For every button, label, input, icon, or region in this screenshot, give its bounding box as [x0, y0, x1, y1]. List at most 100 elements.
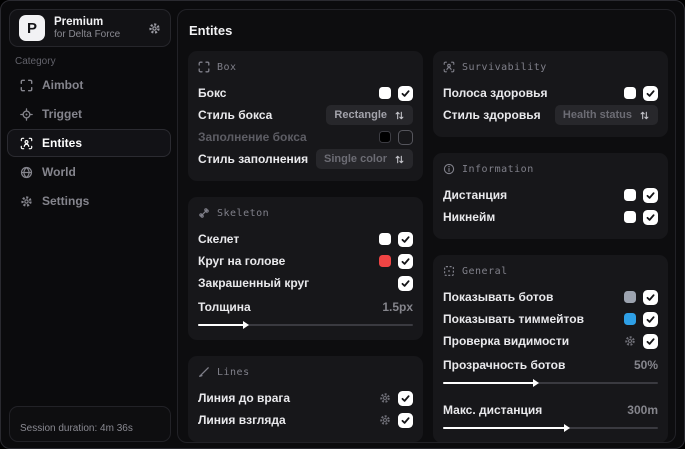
brand-logo: P	[19, 15, 45, 41]
row-controls	[624, 187, 658, 203]
slider-setting: Прозрачность ботов 50%	[443, 354, 658, 387]
checkbox[interactable]	[398, 85, 413, 101]
setting-value: 50%	[633, 358, 658, 372]
globe-icon	[20, 166, 33, 179]
row-controls	[624, 209, 658, 225]
setting-row: Толщина 1.5px	[198, 296, 413, 318]
checkbox[interactable]	[643, 289, 658, 305]
setting-row: Стиль заполнения Single color	[198, 148, 413, 170]
sidebar-item-trigget[interactable]: Trigget	[7, 100, 171, 128]
panel-column: Survivability Полоса здоровья Стиль здоров…	[433, 51, 668, 442]
panel-lines: Lines Линия до врага Линия взгляда	[188, 356, 423, 442]
person-scan-icon	[443, 61, 455, 73]
setting-label: Закрашенный круг	[198, 276, 310, 290]
color-swatch[interactable]	[379, 255, 391, 267]
checkbox[interactable]	[643, 311, 658, 327]
setting-label: Стиль заполнения	[198, 152, 309, 166]
sidebar-item-label: Trigget	[42, 107, 83, 121]
swap-vertical-icon	[639, 110, 650, 121]
sidebar-item-world[interactable]: World	[7, 158, 171, 186]
checkbox[interactable]	[398, 275, 413, 291]
brand-title: Premium	[54, 15, 104, 28]
panel-survivability: Survivability Полоса здоровья Стиль здоров…	[433, 51, 668, 137]
color-swatch[interactable]	[379, 131, 391, 143]
crop-frame-icon	[198, 61, 210, 73]
sidebar-item-aimbot[interactable]: Aimbot	[7, 71, 171, 99]
slider-thumb[interactable]	[243, 320, 250, 329]
sidebar-item-label: Settings	[42, 194, 90, 208]
slider-thumb[interactable]	[563, 423, 570, 432]
checkbox[interactable]	[398, 129, 413, 145]
slider-fill	[443, 381, 536, 384]
color-swatch[interactable]	[624, 87, 636, 99]
setting-label: Заполнение бокса	[198, 130, 307, 144]
bone-icon	[198, 207, 210, 219]
color-swatch[interactable]	[624, 189, 636, 201]
setting-label: Показывать ботов	[443, 290, 554, 304]
row-controls	[379, 390, 413, 406]
setting-row: Линия до врага	[198, 387, 413, 409]
panel-header: Survivability	[443, 61, 658, 73]
row-controls	[379, 129, 413, 145]
setting-row: Закрашенный круг	[198, 272, 413, 294]
setting-label: Макс. дистанция	[443, 403, 543, 417]
row-controls	[379, 253, 413, 269]
color-swatch[interactable]	[624, 313, 636, 325]
color-swatch[interactable]	[624, 211, 636, 223]
session-duration: Session duration: 4m 36s	[20, 423, 133, 434]
row-controls	[379, 231, 413, 247]
app-window: P Premium for Delta Force Category Aimbo…	[0, 0, 685, 449]
panel-title: General	[462, 265, 508, 277]
dropdown-select[interactable]: Rectangle	[326, 105, 413, 125]
checkbox[interactable]	[398, 390, 413, 406]
gear-icon[interactable]	[624, 335, 636, 347]
checkbox[interactable]	[643, 85, 658, 101]
slider-setting: Толщина 1.5px	[198, 296, 413, 329]
gear-icon[interactable]	[148, 22, 161, 35]
setting-row: Заполнение бокса	[198, 126, 413, 148]
setting-label: Линия взгляда	[198, 413, 286, 427]
gear-icon	[20, 195, 33, 208]
brand-card: P Premium for Delta Force	[9, 9, 171, 47]
person-scan-icon	[20, 137, 33, 150]
panel-header: Information	[443, 163, 658, 175]
row-controls	[398, 275, 413, 291]
gear-icon[interactable]	[379, 392, 391, 404]
color-swatch[interactable]	[379, 233, 391, 245]
checkbox[interactable]	[398, 412, 413, 428]
checkbox[interactable]	[643, 333, 658, 349]
slider[interactable]	[443, 423, 658, 432]
row-controls	[379, 412, 413, 428]
gear-icon[interactable]	[379, 414, 391, 426]
setting-label: Прозрачность ботов	[443, 358, 566, 372]
slider-thumb[interactable]	[533, 378, 540, 387]
setting-row: Стиль здоровья Health status	[443, 104, 658, 126]
sidebar-item-settings[interactable]: Settings	[7, 187, 171, 215]
setting-label: Бокс	[198, 86, 227, 100]
category-label: Category	[15, 56, 56, 67]
color-swatch[interactable]	[624, 291, 636, 303]
sidebar-item-label: World	[42, 165, 76, 179]
setting-label: Круг на голове	[198, 254, 286, 268]
panel-header: Box	[198, 61, 413, 73]
dropdown-select[interactable]: Single color	[316, 149, 413, 169]
sidebar-item-entites[interactable]: Entites	[7, 129, 171, 157]
dropdown-select[interactable]: Health status	[554, 105, 658, 125]
slider[interactable]	[198, 320, 413, 329]
setting-row: Стиль бокса Rectangle	[198, 104, 413, 126]
panel-title: Box	[217, 61, 237, 73]
setting-label: Скелет	[198, 232, 240, 246]
setting-row: Макс. дистанция 300m	[443, 399, 658, 421]
panel-general: General Показывать ботов Показывать тиммей…	[433, 255, 668, 442]
row-controls	[624, 311, 658, 327]
setting-value: 300m	[627, 403, 658, 417]
setting-row: Никнейм	[443, 206, 658, 228]
checkbox[interactable]	[398, 253, 413, 269]
color-swatch[interactable]	[379, 87, 391, 99]
setting-row: Показывать ботов	[443, 286, 658, 308]
setting-row: Линия взгляда	[198, 409, 413, 431]
slider[interactable]	[443, 378, 658, 387]
checkbox[interactable]	[643, 209, 658, 225]
checkbox[interactable]	[398, 231, 413, 247]
checkbox[interactable]	[643, 187, 658, 203]
